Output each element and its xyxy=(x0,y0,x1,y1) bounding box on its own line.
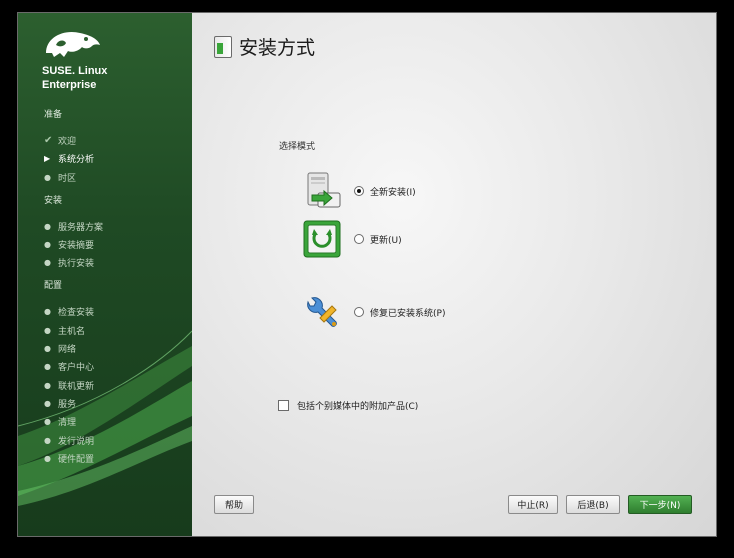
sidebar-item-label: 硬件配置 xyxy=(58,455,95,465)
sidebar-item-perform-install: ● 执行安装 xyxy=(44,256,94,269)
sidebar-item-label: 清理 xyxy=(58,418,77,428)
bullet-icon: ● xyxy=(44,436,51,445)
sidebar-item-label: 检查安装 xyxy=(58,308,95,318)
next-button[interactable]: 下一步(N) xyxy=(628,495,692,514)
sidebar-item-online-update: ● 联机更新 xyxy=(44,379,94,392)
bullet-icon: ● xyxy=(44,307,51,316)
repair-icon xyxy=(302,292,342,332)
bullet-icon: ● xyxy=(44,258,51,267)
sidebar-item-install-summary: ● 安装摘要 xyxy=(44,238,94,251)
section-title-prepare: 准备 xyxy=(44,110,63,120)
sidebar-item-label: 时区 xyxy=(58,174,77,184)
chameleon-icon xyxy=(46,31,100,57)
brand-line-2: Enterprise xyxy=(42,79,97,91)
page-header: 安装方式 xyxy=(214,33,315,60)
help-button[interactable]: 帮助 xyxy=(214,495,254,514)
radio-new-install[interactable] xyxy=(354,186,364,196)
sidebar-item-label: 服务 xyxy=(58,400,77,410)
sidebar-item-label: 网络 xyxy=(58,345,77,355)
sidebar-item-label: 安装摘要 xyxy=(58,241,95,251)
check-icon: ✔ xyxy=(44,135,53,146)
addon-checkbox-label: 包括个别媒体中的附加产品(C) xyxy=(297,402,419,412)
addon-checkbox[interactable] xyxy=(278,400,289,411)
bullet-icon: ● xyxy=(44,381,51,390)
sidebar-item-label: 联机更新 xyxy=(58,382,95,392)
sidebar-item-label: 欢迎 xyxy=(58,137,77,147)
sidebar-item-server-scenario: ● 服务器方案 xyxy=(44,220,103,233)
sidebar-item-cleanup: ● 清理 xyxy=(44,415,76,428)
option-label: 更新(U) xyxy=(370,235,402,246)
back-button[interactable]: 后退(B) xyxy=(566,495,620,514)
sidebar-item-label: 系统分析 xyxy=(58,155,95,165)
section-title-install: 安装 xyxy=(44,196,63,206)
sidebar-item-label: 服务器方案 xyxy=(58,223,104,233)
bullet-icon: ● xyxy=(44,240,51,249)
sidebar-item-services: ● 服务 xyxy=(44,397,76,410)
sidebar-item-hardware-config: ● 硬件配置 xyxy=(44,452,94,465)
bullet-icon: ● xyxy=(44,399,51,408)
sidebar-item-hostname: ● 主机名 xyxy=(44,324,85,337)
sidebar-item-timezone: ● 时区 xyxy=(44,171,76,184)
sidebar-item-label: 发行说明 xyxy=(58,437,95,447)
mode-group-label: 选择模式 xyxy=(279,142,316,152)
option-label: 全新安装(I) xyxy=(370,187,416,198)
bullet-icon: ● xyxy=(44,326,51,335)
main-panel: 安装方式 选择模式 全新安装(I) 更新(U) 修复已安装系统(P) 包括个别媒… xyxy=(192,13,716,536)
sidebar-item-system-analysis: ▶ 系统分析 xyxy=(44,152,94,165)
page-title: 安装方式 xyxy=(239,37,316,59)
radio-update[interactable] xyxy=(354,234,364,244)
addon-checkbox-row[interactable]: 包括个别媒体中的附加产品(C) xyxy=(278,399,418,412)
sidebar-item-release-notes: ● 发行说明 xyxy=(44,434,94,447)
option-repair[interactable]: 修复已安装系统(P) xyxy=(302,292,445,332)
abort-button[interactable]: 中止(R) xyxy=(508,495,558,514)
current-step-arrow-icon: ▶ xyxy=(44,154,51,163)
installer-icon xyxy=(214,35,232,58)
sidebar-item-label: 执行安装 xyxy=(58,259,95,269)
option-new-install[interactable]: 全新安装(I) xyxy=(302,171,416,211)
bullet-icon: ● xyxy=(44,222,51,231)
sidebar-item-welcome: ✔ 欢迎 xyxy=(44,134,76,147)
suse-logo: SUSE. Linux Enterprise xyxy=(42,27,107,91)
brand-line-1: SUSE. Linux xyxy=(42,65,108,77)
bullet-icon: ● xyxy=(44,362,51,371)
new-install-icon xyxy=(302,171,342,211)
radio-repair[interactable] xyxy=(354,307,364,317)
sidebar-item-customer-center: ● 客户中心 xyxy=(44,360,94,373)
bullet-icon: ● xyxy=(44,454,51,463)
option-update[interactable]: 更新(U) xyxy=(302,219,402,259)
option-label: 修复已安装系统(P) xyxy=(370,308,446,319)
sidebar: SUSE. Linux Enterprise 准备 ✔ 欢迎 ▶ 系统分析 ● … xyxy=(18,13,193,536)
sidebar-item-network: ● 网络 xyxy=(44,342,76,355)
sidebar-item-label: 客户中心 xyxy=(58,363,95,373)
sidebar-item-check-install: ● 检查安装 xyxy=(44,305,94,318)
installer-window: SUSE. Linux Enterprise 准备 ✔ 欢迎 ▶ 系统分析 ● … xyxy=(17,12,717,537)
section-title-configuration: 配置 xyxy=(44,281,63,291)
sidebar-item-label: 主机名 xyxy=(58,327,86,337)
bullet-icon: ● xyxy=(44,344,51,353)
update-icon xyxy=(302,219,342,259)
bullet-icon: ● xyxy=(44,173,51,182)
bullet-icon: ● xyxy=(44,417,51,426)
